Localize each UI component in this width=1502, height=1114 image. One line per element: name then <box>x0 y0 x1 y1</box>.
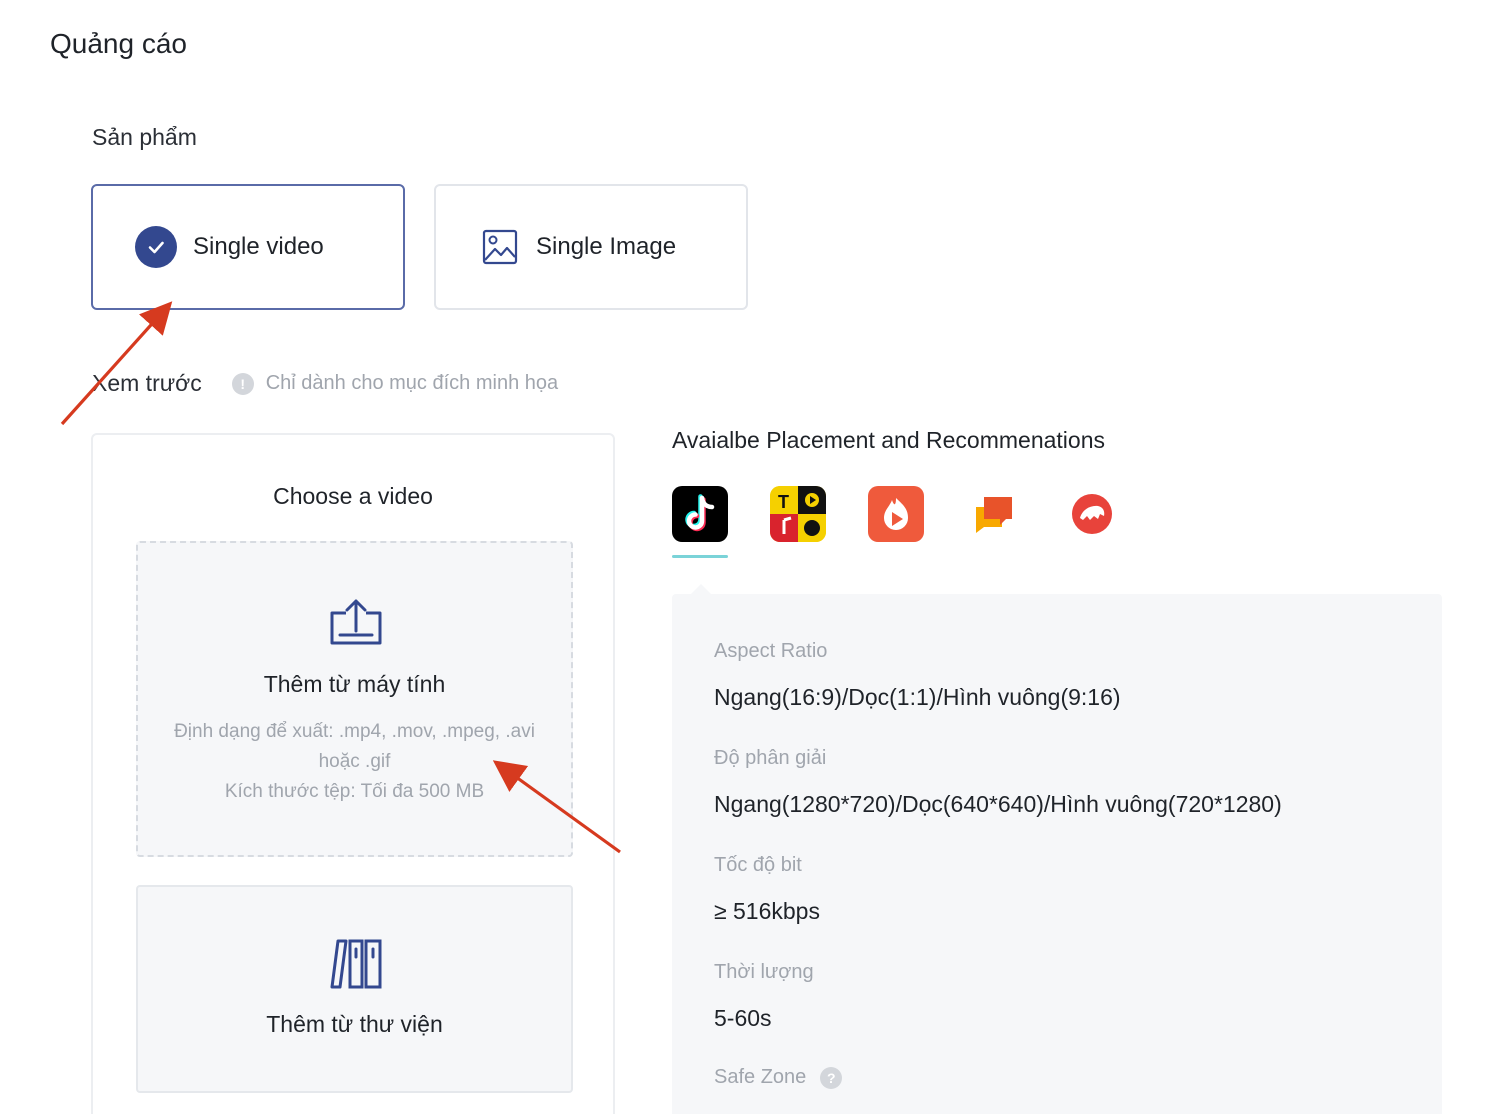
bitrate-value: ≥ 516kbps <box>714 898 820 924</box>
duration-value: 5-60s <box>714 1005 772 1031</box>
upload-description: Định dạng để xuất: .mp4, .mov, .mpeg, .a… <box>158 717 551 807</box>
preview-note: Chỉ dành cho mục đích minh họa <box>265 372 559 394</box>
single-video-label: Single video <box>193 233 324 260</box>
pangle-icon[interactable] <box>1064 486 1120 542</box>
upload-icon <box>330 599 382 645</box>
upload-from-computer[interactable]: Thêm từ máy tính Định dạng để xuất: .mp4… <box>136 541 573 857</box>
safe-zone-row: Safe Zone? <box>714 1066 843 1089</box>
products-label: Sản phẩm <box>92 124 197 150</box>
aspect-ratio-label: Aspect Ratio <box>714 640 828 662</box>
preview-label: Xem trước <box>92 370 202 396</box>
svg-text:T: T <box>778 492 789 512</box>
duration-label: Thời lượng <box>714 961 814 983</box>
aspect-ratio-value: Ngang(16:9)/Dọc(1:1)/Hình vuông(9:16) <box>714 684 1121 710</box>
resolution-label: Độ phân giải <box>714 747 827 769</box>
check-circle-icon <box>135 226 177 268</box>
help-icon[interactable]: ? <box>820 1066 843 1089</box>
resolution-value: Ngang(1280*720)/Dọc(640*640)/Hình vuông(… <box>714 791 1282 817</box>
tiktok-icon[interactable] <box>672 486 728 542</box>
active-tab-indicator <box>672 555 728 558</box>
upload-title: Thêm từ máy tính <box>263 671 446 697</box>
placement-title: Avaialbe Placement and Recommenations <box>672 427 1105 453</box>
spec-panel: Aspect Ratio Ngang(16:9)/Dọc(1:1)/Hình v… <box>672 594 1442 1114</box>
single-image-option[interactable]: Single Image <box>434 184 748 310</box>
preview-row: Xem trước ! Chỉ dành cho mục đích minh h… <box>92 370 558 397</box>
upload-size-limit: Kích thước tệp: Tối đa 500 MB <box>224 781 485 802</box>
choose-video-panel: Choose a video Thêm từ máy tính Định dạn… <box>91 433 615 1114</box>
page-title: Quảng cáo <box>50 28 187 59</box>
choose-video-title: Choose a video <box>273 483 433 509</box>
library-icon <box>330 939 382 989</box>
topbuzz-icon[interactable]: T <box>770 486 826 542</box>
image-icon <box>482 229 518 265</box>
upload-formats: Định dạng để xuất: .mp4, .mov, .mpeg, .a… <box>174 721 535 772</box>
safe-zone-label: Safe Zone <box>714 1066 807 1088</box>
placement-app-list: T <box>672 486 1162 542</box>
babe-icon[interactable] <box>966 486 1022 542</box>
bitrate-label: Tốc độ bit <box>714 854 802 876</box>
add-from-library[interactable]: Thêm từ thư viện <box>136 885 573 1093</box>
single-video-option[interactable]: Single video <box>91 184 405 310</box>
single-image-label: Single Image <box>536 233 677 260</box>
info-icon[interactable]: ! <box>231 372 254 395</box>
library-title: Thêm từ thư viện <box>266 1011 443 1037</box>
annotation-arrow-selected-card <box>60 301 173 426</box>
buzzvideo-icon[interactable] <box>868 486 924 542</box>
